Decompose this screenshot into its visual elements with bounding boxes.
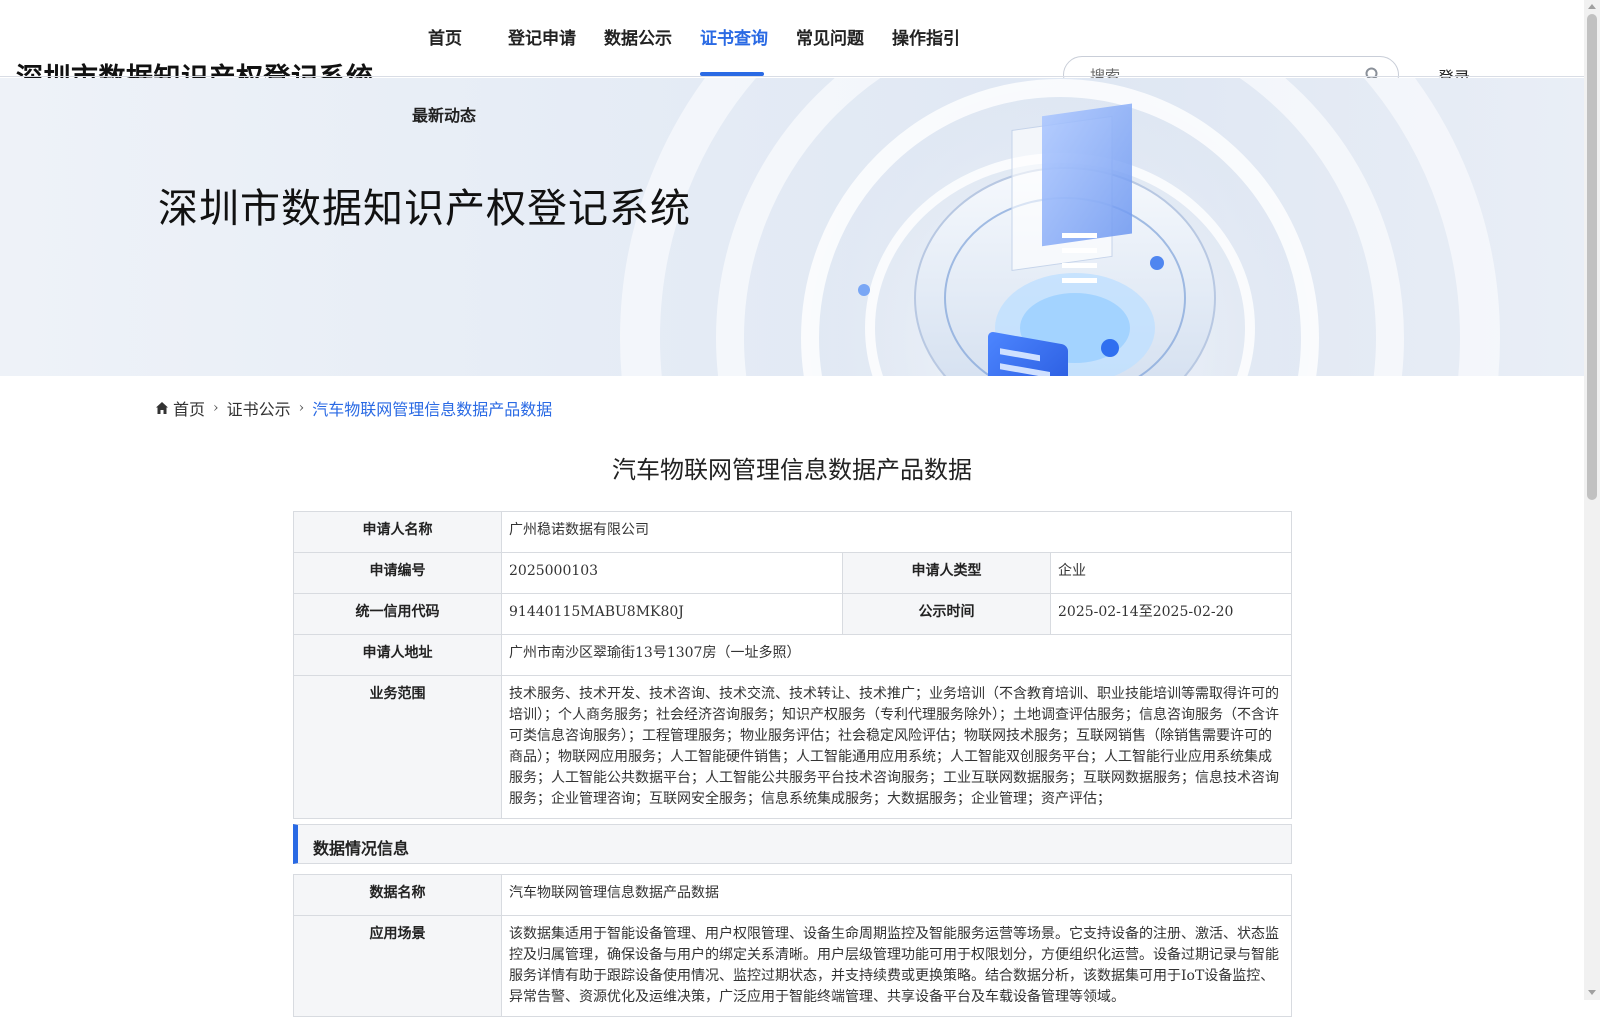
application-scenario-value: 该数据集适用于智能设备管理、用户权限管理、设备生命周期监控及智能服务运营等场景。… [501,915,1292,1017]
nav-data-publicity[interactable]: 数据公示 [604,24,672,49]
table-row: 统一信用代码 91440115MABU8MK80J 公示时间 2025-02-1… [293,593,1292,635]
application-number-label: 申请编号 [293,552,502,594]
applicant-name-label: 申请人名称 [293,511,502,553]
hero-banner: 深圳市数据知识产权登记系统 [0,78,1584,376]
business-scope-label: 业务范围 [293,675,502,819]
application-number-value: 2025000103 [501,552,843,594]
publicity-time-value: 2025-02-14至2025-02-20 [1050,593,1292,635]
scroll-up-icon[interactable] [1588,4,1596,9]
nav-home[interactable]: 首页 [428,24,462,49]
data-info-section-header: 数据情况信息 [293,824,1292,864]
applicant-info-table: 申请人名称 广州稳诺数据有限公司 申请编号 2025000103 申请人类型 企… [293,511,1292,819]
data-info-table: 数据名称 汽车物联网管理信息数据产品数据 应用场景 该数据集适用于智能设备管理、… [293,874,1292,1017]
applicant-address-label: 申请人地址 [293,634,502,676]
application-scenario-label: 应用场景 [293,915,502,1017]
breadcrumb-certificate-publicity[interactable]: 证书公示 [227,396,291,420]
page-scrollbar[interactable] [1584,0,1600,1000]
nav-registration[interactable]: 登记申请 [508,24,576,49]
table-row: 申请人地址 广州市南沙区翠瑜街13号1307房（一址多照） [293,634,1292,676]
home-icon [156,402,168,414]
banner-title: 深圳市数据知识产权登记系统 [158,186,691,232]
breadcrumb-home[interactable]: 首页 [173,396,205,420]
table-row: 申请编号 2025000103 申请人类型 企业 [293,552,1292,594]
breadcrumb-current: 汽车物联网管理信息数据产品数据 [312,400,553,419]
applicant-type-value: 企业 [1050,552,1292,594]
applicant-type-label: 申请人类型 [842,552,1051,594]
chevron-right-icon: › [298,400,305,416]
applicant-address-value: 广州市南沙区翠瑜街13号1307房（一址多照） [501,634,1292,676]
section-heading: 数据情况信息 [313,839,410,858]
nav-guide[interactable]: 操作指引 [892,24,960,49]
chevron-right-icon: › [213,400,219,416]
data-name-value: 汽车物联网管理信息数据产品数据 [501,874,1292,916]
table-row: 数据名称 汽车物联网管理信息数据产品数据 [293,874,1292,916]
nav-latest-news[interactable]: 最新动态 [412,102,476,126]
table-row: 业务范围 技术服务、技术开发、技术咨询、技术交流、技术转让、技术推广；业务培训（… [293,675,1292,819]
header-divider [0,76,1584,77]
nav-faq[interactable]: 常见问题 [796,24,864,49]
data-name-label: 数据名称 [293,874,502,916]
top-header: 深圳市数据知识产权登记系统 首页 登记申请 数据公示 证书查询 常见问题 操作指… [0,0,1584,94]
table-row: 申请人名称 广州稳诺数据有限公司 [293,511,1292,553]
page-title: 汽车物联网管理信息数据产品数据 [612,456,972,484]
applicant-name-value: 广州稳诺数据有限公司 [501,511,1292,553]
table-row: 应用场景 该数据集适用于智能设备管理、用户权限管理、设备生命周期监控及智能服务运… [293,915,1292,1017]
credit-code-label: 统一信用代码 [293,593,502,635]
publicity-time-label: 公示时间 [842,593,1051,635]
scroll-down-icon[interactable] [1588,990,1596,995]
breadcrumb: 首页 › 证书公示 › 汽车物联网管理信息数据产品数据 [155,396,552,420]
credit-code-value: 91440115MABU8MK80J [501,593,843,635]
scrollbar-thumb[interactable] [1587,14,1597,500]
business-scope-value: 技术服务、技术开发、技术咨询、技术交流、技术转让、技术推广；业务培训（不含教育培… [501,675,1292,819]
nav-certificate-query[interactable]: 证书查询 [700,24,768,49]
